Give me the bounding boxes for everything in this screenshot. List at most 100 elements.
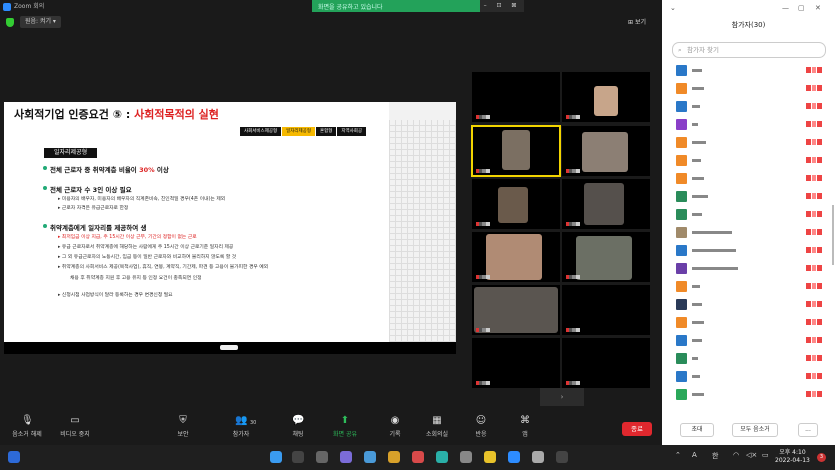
app-icon[interactable] bbox=[556, 451, 568, 463]
avatar bbox=[676, 83, 687, 94]
apps-button[interactable]: ⌘ 앱 bbox=[502, 416, 548, 439]
participant-list-scrollbar[interactable] bbox=[832, 205, 834, 265]
record-button[interactable]: ◉ 기록 bbox=[372, 416, 418, 439]
avatar bbox=[676, 245, 687, 256]
security-label: 보안 bbox=[177, 431, 189, 438]
participant-row[interactable] bbox=[672, 170, 828, 188]
participant-row[interactable] bbox=[672, 224, 828, 242]
encryption-shield-icon[interactable] bbox=[6, 18, 14, 27]
app-icon[interactable] bbox=[364, 451, 376, 463]
chevron-down-icon[interactable]: ⌄ bbox=[670, 4, 676, 12]
app-icon[interactable] bbox=[460, 451, 472, 463]
participant-row[interactable] bbox=[672, 152, 828, 170]
end-meeting-button[interactable]: 종료 bbox=[622, 422, 652, 436]
gallery-next-page-button[interactable]: › bbox=[540, 388, 584, 406]
unmute-button[interactable]: 🎙 음소거 해제 bbox=[4, 416, 50, 439]
avatar bbox=[676, 137, 687, 148]
participant-row[interactable] bbox=[672, 80, 828, 98]
invite-button[interactable]: 초대 bbox=[680, 423, 714, 437]
volume-icon[interactable]: ◁× bbox=[746, 451, 757, 459]
video-tile[interactable] bbox=[472, 338, 560, 388]
participant-row[interactable] bbox=[672, 368, 828, 386]
participant-name-label bbox=[566, 275, 596, 279]
participant-row[interactable] bbox=[672, 116, 828, 134]
breakout-rooms-button[interactable]: ▦ 소회의실 bbox=[414, 416, 460, 439]
video-tile[interactable] bbox=[562, 126, 650, 176]
video-tile[interactable] bbox=[472, 285, 560, 335]
zoom-taskbar-icon[interactable] bbox=[508, 451, 520, 463]
maximize-icon[interactable]: ▢ bbox=[798, 4, 805, 12]
video-tile[interactable] bbox=[472, 232, 560, 282]
participant-row[interactable] bbox=[672, 134, 828, 152]
video-tile[interactable] bbox=[562, 338, 650, 388]
search-icon[interactable] bbox=[292, 451, 304, 463]
video-tile[interactable] bbox=[562, 232, 650, 282]
original-sound-label: 원음: 켜기 bbox=[25, 18, 52, 25]
participant-status-icons bbox=[806, 175, 822, 181]
participant-row[interactable] bbox=[672, 188, 828, 206]
participant-row[interactable] bbox=[672, 296, 828, 314]
participant-status-icons bbox=[806, 265, 822, 271]
video-tile-active-speaker[interactable] bbox=[471, 125, 561, 177]
chat-app-icon[interactable] bbox=[340, 451, 352, 463]
slide-bullet: 전체 근로자 중 취약계층 비율이 30% 이상 bbox=[43, 164, 169, 174]
edge-browser-icon[interactable] bbox=[436, 451, 448, 463]
participant-status-icons bbox=[806, 355, 822, 361]
participant-row[interactable] bbox=[672, 350, 828, 368]
participants-button[interactable]: 👥 참가자 bbox=[218, 416, 264, 439]
participant-search-input[interactable]: ⌕ 참가자 찾기 bbox=[672, 42, 826, 58]
tray-chevron-icon[interactable]: ⌃ bbox=[675, 451, 681, 459]
kakaotalk-icon[interactable] bbox=[484, 451, 496, 463]
taskbar-clock[interactable]: 오후 4:10 2022-04-13 bbox=[775, 449, 810, 465]
close-icon[interactable]: ✕ bbox=[815, 4, 821, 12]
video-tile[interactable] bbox=[562, 72, 650, 122]
participant-row[interactable] bbox=[672, 332, 828, 350]
view-toggle-button[interactable]: ⊞ 보기 bbox=[628, 17, 646, 26]
participant-row[interactable] bbox=[672, 278, 828, 296]
share-screen-button[interactable]: ⬆ 화면 공유 bbox=[322, 416, 368, 439]
wifi-icon[interactable]: ◠ bbox=[733, 451, 739, 459]
participant-row[interactable] bbox=[672, 314, 828, 332]
notification-badge[interactable]: 3 bbox=[817, 453, 826, 462]
video-tile[interactable] bbox=[562, 179, 650, 229]
file-explorer-icon[interactable] bbox=[388, 451, 400, 463]
participant-row[interactable] bbox=[672, 62, 828, 80]
more-options-button[interactable]: ... bbox=[798, 423, 818, 437]
participant-row[interactable] bbox=[672, 206, 828, 224]
language-indicator[interactable]: A bbox=[692, 451, 697, 459]
stop-video-button[interactable]: ▭ 비디오 중지 bbox=[52, 416, 98, 439]
mute-all-button[interactable]: 모두 음소거 bbox=[732, 423, 778, 437]
participant-status-icons bbox=[806, 373, 822, 379]
start-windows-icon[interactable] bbox=[270, 451, 282, 463]
clock-time: 오후 4:10 bbox=[779, 449, 806, 456]
avatar bbox=[676, 209, 687, 220]
original-sound-toggle[interactable]: 원음: 켜기 ▾ bbox=[20, 16, 61, 28]
search-icon: ⌕ bbox=[678, 46, 682, 54]
video-tile[interactable] bbox=[472, 72, 560, 122]
widgets-icon[interactable] bbox=[8, 451, 20, 463]
video-tile[interactable] bbox=[562, 285, 650, 335]
participant-row[interactable] bbox=[672, 242, 828, 260]
minimize-icon[interactable]: — bbox=[782, 4, 789, 12]
participant-row[interactable] bbox=[672, 386, 828, 404]
app-icon[interactable] bbox=[532, 451, 544, 463]
slide-bullet: 전체 근로자 수 3인 이상 필요 bbox=[43, 186, 132, 194]
participant-status-icons bbox=[806, 157, 822, 163]
meeting-top-bar: 원음: 켜기 ▾ ⊞ 보기 bbox=[0, 14, 662, 30]
participant-row[interactable] bbox=[672, 98, 828, 116]
app-icon[interactable] bbox=[412, 451, 424, 463]
ime-indicator[interactable]: 한 bbox=[712, 451, 718, 461]
participant-name bbox=[692, 177, 704, 180]
video-tile[interactable] bbox=[472, 179, 560, 229]
share-banner-controls[interactable]: – ⊡ ⊠ bbox=[480, 0, 524, 12]
battery-icon[interactable]: ▭ bbox=[762, 451, 769, 459]
participant-name bbox=[692, 69, 702, 72]
screen-share-banner[interactable]: 화면을 공유하고 있습니다 – ⊡ ⊠ bbox=[312, 0, 524, 12]
participant-row[interactable] bbox=[672, 260, 828, 278]
chat-button[interactable]: 💬 채팅 bbox=[275, 416, 321, 439]
security-button[interactable]: ⛨ 보안 bbox=[160, 416, 206, 439]
participant-name bbox=[692, 105, 700, 108]
task-view-icon[interactable] bbox=[316, 451, 328, 463]
reaction-icon: ☺ bbox=[475, 415, 487, 426]
reactions-button[interactable]: ☺ 반응 bbox=[458, 415, 504, 439]
